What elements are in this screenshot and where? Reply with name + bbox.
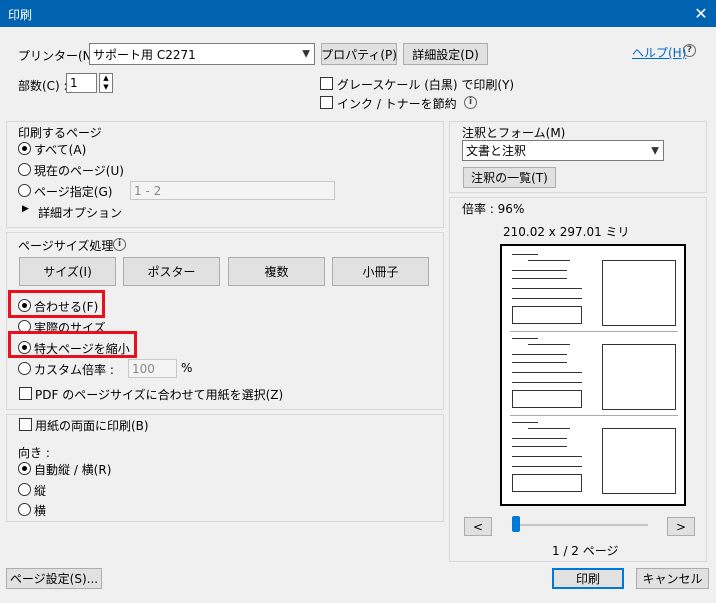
page-indicator: 1 / 2 ページ	[552, 544, 619, 558]
more-options-link[interactable]: 詳細オプション	[38, 204, 122, 221]
custom-scale-input[interactable]: 100	[128, 359, 177, 378]
chevron-down-icon: ▼	[651, 145, 659, 156]
thumbnail-page	[510, 334, 678, 416]
chevron-down-icon: ▼	[302, 48, 310, 60]
orientation-landscape-radio[interactable]	[18, 503, 31, 516]
close-icon[interactable]: ✕	[686, 0, 716, 27]
highlight-box	[8, 331, 137, 358]
custom-scale-radio[interactable]	[18, 362, 31, 375]
copies-label: 部数(C) :	[18, 79, 68, 93]
page-range-input[interactable]: 1 - 2	[130, 181, 335, 200]
orientation-auto-radio[interactable]	[18, 462, 31, 475]
prev-page-button[interactable]: <	[464, 517, 492, 536]
preview-scale: 倍率 : 96%	[462, 202, 525, 216]
page-range-label: ページ指定(G)	[34, 185, 113, 199]
copies-input[interactable]: 1	[66, 73, 97, 93]
pdf-paper-label: PDF のページサイズに合わせて用紙を選択(Z)	[35, 388, 284, 402]
preview-dimensions: 210.02 x 297.01 ミリ	[503, 225, 630, 239]
save-ink-checkbox[interactable]	[320, 96, 333, 109]
percent-label: %	[181, 361, 193, 375]
next-page-button[interactable]: >	[667, 517, 695, 536]
page-setup-button[interactable]: ページ設定(S)...	[6, 568, 102, 589]
pages-to-print-title: 印刷するページ	[18, 126, 102, 140]
orientation-landscape-label: 横	[34, 504, 47, 518]
properties-button[interactable]: プロパティ(P)	[321, 43, 397, 65]
custom-scale-label: カスタム倍率 :	[34, 363, 114, 377]
printer-select-value: サポート用 C2271	[93, 47, 196, 62]
grayscale-label: グレースケール (白黒) で印刷(Y)	[337, 78, 515, 92]
tab-poster[interactable]: ポスター	[123, 257, 220, 286]
comments-select-value: 文書と注釈	[466, 144, 527, 158]
tab-booklet[interactable]: 小冊子	[332, 257, 429, 286]
printer-select[interactable]: サポート用 C2271 ▼	[89, 43, 315, 65]
comments-title: 注釈とフォーム(M)	[462, 126, 566, 140]
title-bar: 印刷 ✕	[0, 0, 716, 27]
all-pages-label: すべて(A)	[34, 143, 87, 157]
comments-select[interactable]: 文書と注釈 ▼	[462, 140, 664, 161]
grayscale-checkbox[interactable]	[320, 77, 333, 90]
duplex-label: 用紙の両面に印刷(B)	[35, 419, 149, 433]
copies-stepper[interactable]: ▲ ▼	[99, 73, 113, 93]
help-link[interactable]: ヘルプ(H)	[632, 44, 686, 61]
highlight-box	[8, 290, 105, 318]
advanced-button[interactable]: 詳細設定(D)	[403, 43, 488, 65]
page-preview	[500, 244, 686, 506]
duplex-checkbox[interactable]	[19, 418, 32, 431]
all-pages-radio[interactable]	[18, 142, 31, 155]
thumbnail-page	[510, 250, 678, 332]
current-page-radio[interactable]	[18, 163, 31, 176]
pdf-paper-checkbox[interactable]	[19, 387, 32, 400]
orientation-title: 向き :	[18, 446, 50, 460]
orientation-auto-label: 自動縦 / 横(R)	[34, 463, 112, 477]
info-icon[interactable]: i	[113, 238, 126, 251]
comments-summary-button[interactable]: 注釈の一覧(T)	[463, 167, 556, 188]
help-icon[interactable]: ?	[683, 44, 696, 57]
current-page-label: 現在のページ(U)	[34, 164, 124, 178]
info-icon[interactable]: i	[464, 96, 477, 109]
save-ink-label: インク / トナーを節約	[337, 97, 457, 111]
print-button[interactable]: 印刷	[552, 568, 624, 589]
cancel-button[interactable]: キャンセル	[636, 568, 709, 589]
tab-size[interactable]: サイズ(I)	[19, 257, 116, 286]
page-slider-thumb[interactable]	[512, 516, 520, 532]
expand-arrow-icon[interactable]: ▶	[22, 204, 29, 214]
window-title: 印刷	[8, 8, 33, 22]
orientation-portrait-radio[interactable]	[18, 483, 31, 496]
thumbnail-page	[510, 418, 678, 500]
page-slider-track[interactable]	[515, 524, 648, 526]
orientation-portrait-label: 縦	[34, 484, 47, 498]
page-range-radio[interactable]	[18, 184, 31, 197]
page-sizing-title: ページサイズ処理	[18, 239, 114, 253]
tab-multiple[interactable]: 複数	[228, 257, 325, 286]
